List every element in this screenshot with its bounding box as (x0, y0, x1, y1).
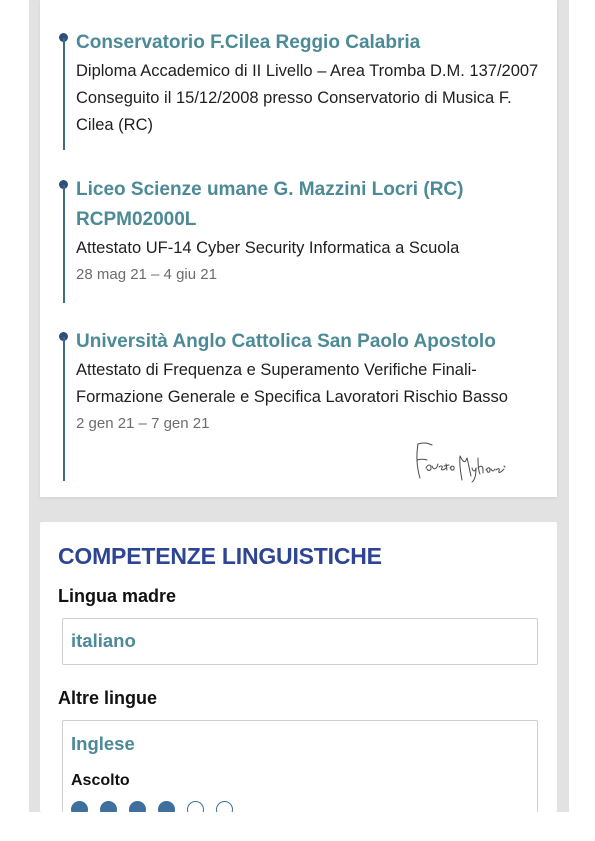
entry-date: 2 gen 21 – 7 gen 21 (76, 415, 210, 432)
timeline-line (63, 38, 65, 150)
education-entry: Università Anglo Cattolica San Paolo Apo… (76, 327, 546, 435)
education-entry: Conservatorio F.Cilea Reggio Calabria Di… (76, 28, 546, 139)
mother-tongue-label: Lingua madre (58, 586, 177, 606)
level-dot-filled (129, 801, 146, 812)
section-title: COMPETENZE LINGUISTICHE (58, 543, 382, 569)
timeline-line (63, 337, 65, 481)
skill-level-dots (71, 801, 233, 812)
entry-title: Conservatorio F.Cilea Reggio Calabria (76, 32, 421, 53)
level-dot-empty (187, 801, 204, 812)
education-card: Conservatorio F.Cilea Reggio Calabria Di… (40, 0, 557, 497)
entry-title: Liceo Scienze umane G. Mazzini Locri (RC… (76, 179, 464, 230)
level-dot-filled (100, 801, 117, 812)
mother-tongue-box: italiano (62, 618, 538, 665)
entry-title: Università Anglo Cattolica San Paolo Apo… (76, 331, 496, 352)
entry-date: 28 mag 21 – 4 giu 21 (76, 266, 217, 283)
mother-tongue-value: italiano (71, 630, 136, 651)
level-dot-filled (158, 801, 175, 812)
timeline-line (63, 185, 65, 303)
entry-description: Attestato UF-14 Cyber Security Informati… (76, 239, 460, 257)
skill-label: Ascolto (71, 772, 130, 789)
entry-description: Attestato di Frequenza e Superamento Ver… (76, 361, 508, 406)
language-card-inglese: Inglese Ascolto (62, 720, 538, 812)
education-entry: Liceo Scienze umane G. Mazzini Locri (RC… (76, 175, 546, 286)
languages-card: COMPETENZE LINGUISTICHE Lingua madre ita… (40, 522, 557, 812)
entry-description: Diploma Accademico di II Livello – Area … (76, 62, 539, 134)
level-dot-empty (216, 801, 233, 812)
language-name: Inglese (71, 733, 135, 754)
level-dot-filled (71, 801, 88, 812)
other-languages-label: Altre lingue (58, 688, 158, 708)
signature-image (416, 442, 506, 483)
